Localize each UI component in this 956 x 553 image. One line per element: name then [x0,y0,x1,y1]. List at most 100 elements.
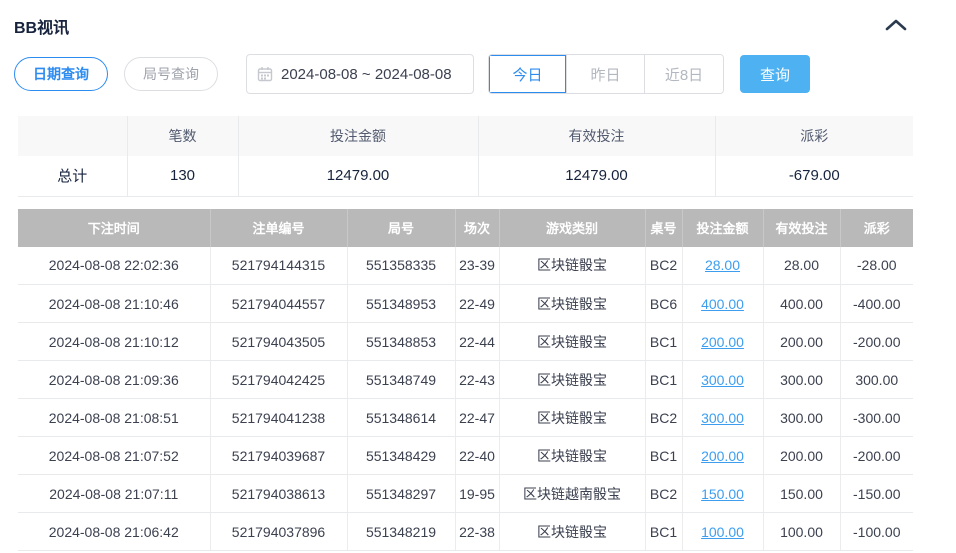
col-header-bet-time: 下注时间 [18,209,210,247]
cell-round-id: 551348429 [347,437,455,475]
cell-valid-bet: 150.00 [763,475,840,513]
summary-header-blank [18,116,127,156]
tab-round-query[interactable]: 局号查询 [124,57,218,91]
search-button[interactable]: 查询 [740,55,810,93]
col-header-game-type: 游戏类别 [499,209,645,247]
table-row: 2024-08-08 21:07:11521794038613551348297… [18,475,913,513]
table-row: 2024-08-08 21:07:52521794039687551348429… [18,437,913,475]
calendar-icon [257,66,273,82]
cell-round-id: 551348297 [347,475,455,513]
cell-valid-bet: 200.00 [763,323,840,361]
col-header-bet-amount: 投注金额 [682,209,763,247]
date-range-value: 2024-08-08 ~ 2024-08-08 [281,66,452,83]
quick-btn-last8days[interactable]: 近8日 [645,55,723,93]
cell-valid-bet: 300.00 [763,361,840,399]
bet-amount-link[interactable]: 150.00 [701,486,744,502]
summary-table: 笔数 投注金额 有效投注 派彩 总计 130 12479.00 12479.00… [18,116,913,197]
cell-order-id: 521794038613 [210,475,347,513]
page-title: BB视讯 [14,14,69,38]
cell-round-id: 551358335 [347,247,455,285]
bet-amount-link[interactable]: 400.00 [701,296,744,312]
cell-bet-time: 2024-08-08 21:06:42 [18,513,210,551]
cell-session: 22-40 [455,437,499,475]
table-row: 2024-08-08 21:09:36521794042425551348749… [18,361,913,399]
col-header-order-id: 注单编号 [210,209,347,247]
cell-bet-amount: 28.00 [682,247,763,285]
cell-payout: -400.00 [840,285,913,323]
cell-table-id: BC2 [645,475,682,513]
panel-header: BB视讯 [0,0,956,44]
cell-order-id: 521794044557 [210,285,347,323]
cell-round-id: 551348749 [347,361,455,399]
bet-amount-link[interactable]: 200.00 [701,334,744,350]
cell-table-id: BC1 [645,513,682,551]
col-header-session: 场次 [455,209,499,247]
tab-date-query[interactable]: 日期查询 [14,57,108,91]
cell-order-id: 521794144315 [210,247,347,285]
bet-amount-link[interactable]: 28.00 [705,257,740,273]
cell-game-type: 区块链骰宝 [499,513,645,551]
cell-bet-amount: 300.00 [682,361,763,399]
bet-amount-link[interactable]: 100.00 [701,524,744,540]
col-header-payout: 派彩 [840,209,913,247]
col-header-valid-bet: 有效投注 [763,209,840,247]
cell-order-id: 521794041238 [210,399,347,437]
cell-valid-bet: 100.00 [763,513,840,551]
cell-table-id: BC1 [645,361,682,399]
cell-bet-amount: 200.00 [682,323,763,361]
summary-header-bet-amount: 投注金额 [238,116,478,156]
cell-payout: -28.00 [840,247,913,285]
cell-round-id: 551348614 [347,399,455,437]
cell-bet-amount: 100.00 [682,513,763,551]
summary-total-count: 130 [127,156,238,196]
cell-game-type: 区块链骰宝 [499,437,645,475]
cell-order-id: 521794037896 [210,513,347,551]
cell-bet-amount: 400.00 [682,285,763,323]
cell-round-id: 551348953 [347,285,455,323]
cell-bet-amount: 150.00 [682,475,763,513]
cell-payout: -100.00 [840,513,913,551]
date-range-picker[interactable]: 2024-08-08 ~ 2024-08-08 [246,54,474,94]
cell-payout: -200.00 [840,437,913,475]
quick-btn-yesterday[interactable]: 昨日 [567,55,645,93]
cell-session: 22-44 [455,323,499,361]
bet-amount-link[interactable]: 300.00 [701,410,744,426]
bet-amount-link[interactable]: 200.00 [701,448,744,464]
summary-header-row: 笔数 投注金额 有效投注 派彩 [18,116,913,156]
cell-bet-time: 2024-08-08 21:07:52 [18,437,210,475]
cell-round-id: 551348853 [347,323,455,361]
cell-game-type: 区块链越南骰宝 [499,475,645,513]
summary-total-label: 总计 [18,156,127,196]
table-row: 2024-08-08 21:06:42521794037896551348219… [18,513,913,551]
cell-session: 22-43 [455,361,499,399]
cell-game-type: 区块链骰宝 [499,285,645,323]
cell-round-id: 551348219 [347,513,455,551]
summary-header-valid-bet: 有效投注 [478,116,715,156]
cell-game-type: 区块链骰宝 [499,247,645,285]
cell-table-id: BC2 [645,247,682,285]
cell-game-type: 区块链骰宝 [499,399,645,437]
summary-header-count: 笔数 [127,116,238,156]
cell-game-type: 区块链骰宝 [499,361,645,399]
summary-header-payout: 派彩 [715,116,913,156]
chevron-up-icon[interactable] [884,17,908,36]
cell-session: 22-47 [455,399,499,437]
cell-bet-amount: 200.00 [682,437,763,475]
cell-game-type: 区块链骰宝 [499,323,645,361]
cell-session: 19-95 [455,475,499,513]
cell-order-id: 521794042425 [210,361,347,399]
table-row: 2024-08-08 21:10:12521794043505551348853… [18,323,913,361]
cell-bet-time: 2024-08-08 21:07:11 [18,475,210,513]
cell-bet-time: 2024-08-08 21:09:36 [18,361,210,399]
cell-payout: 300.00 [840,361,913,399]
cell-payout: -150.00 [840,475,913,513]
cell-table-id: BC2 [645,399,682,437]
cell-bet-time: 2024-08-08 21:10:12 [18,323,210,361]
table-row: 2024-08-08 22:02:36521794144315551358335… [18,247,913,285]
bet-amount-link[interactable]: 300.00 [701,372,744,388]
cell-session: 22-38 [455,513,499,551]
quick-date-group: 今日 昨日 近8日 [488,54,724,94]
summary-total-valid-bet: 12479.00 [478,156,715,196]
quick-btn-today[interactable]: 今日 [489,55,567,93]
cell-bet-time: 2024-08-08 21:10:46 [18,285,210,323]
